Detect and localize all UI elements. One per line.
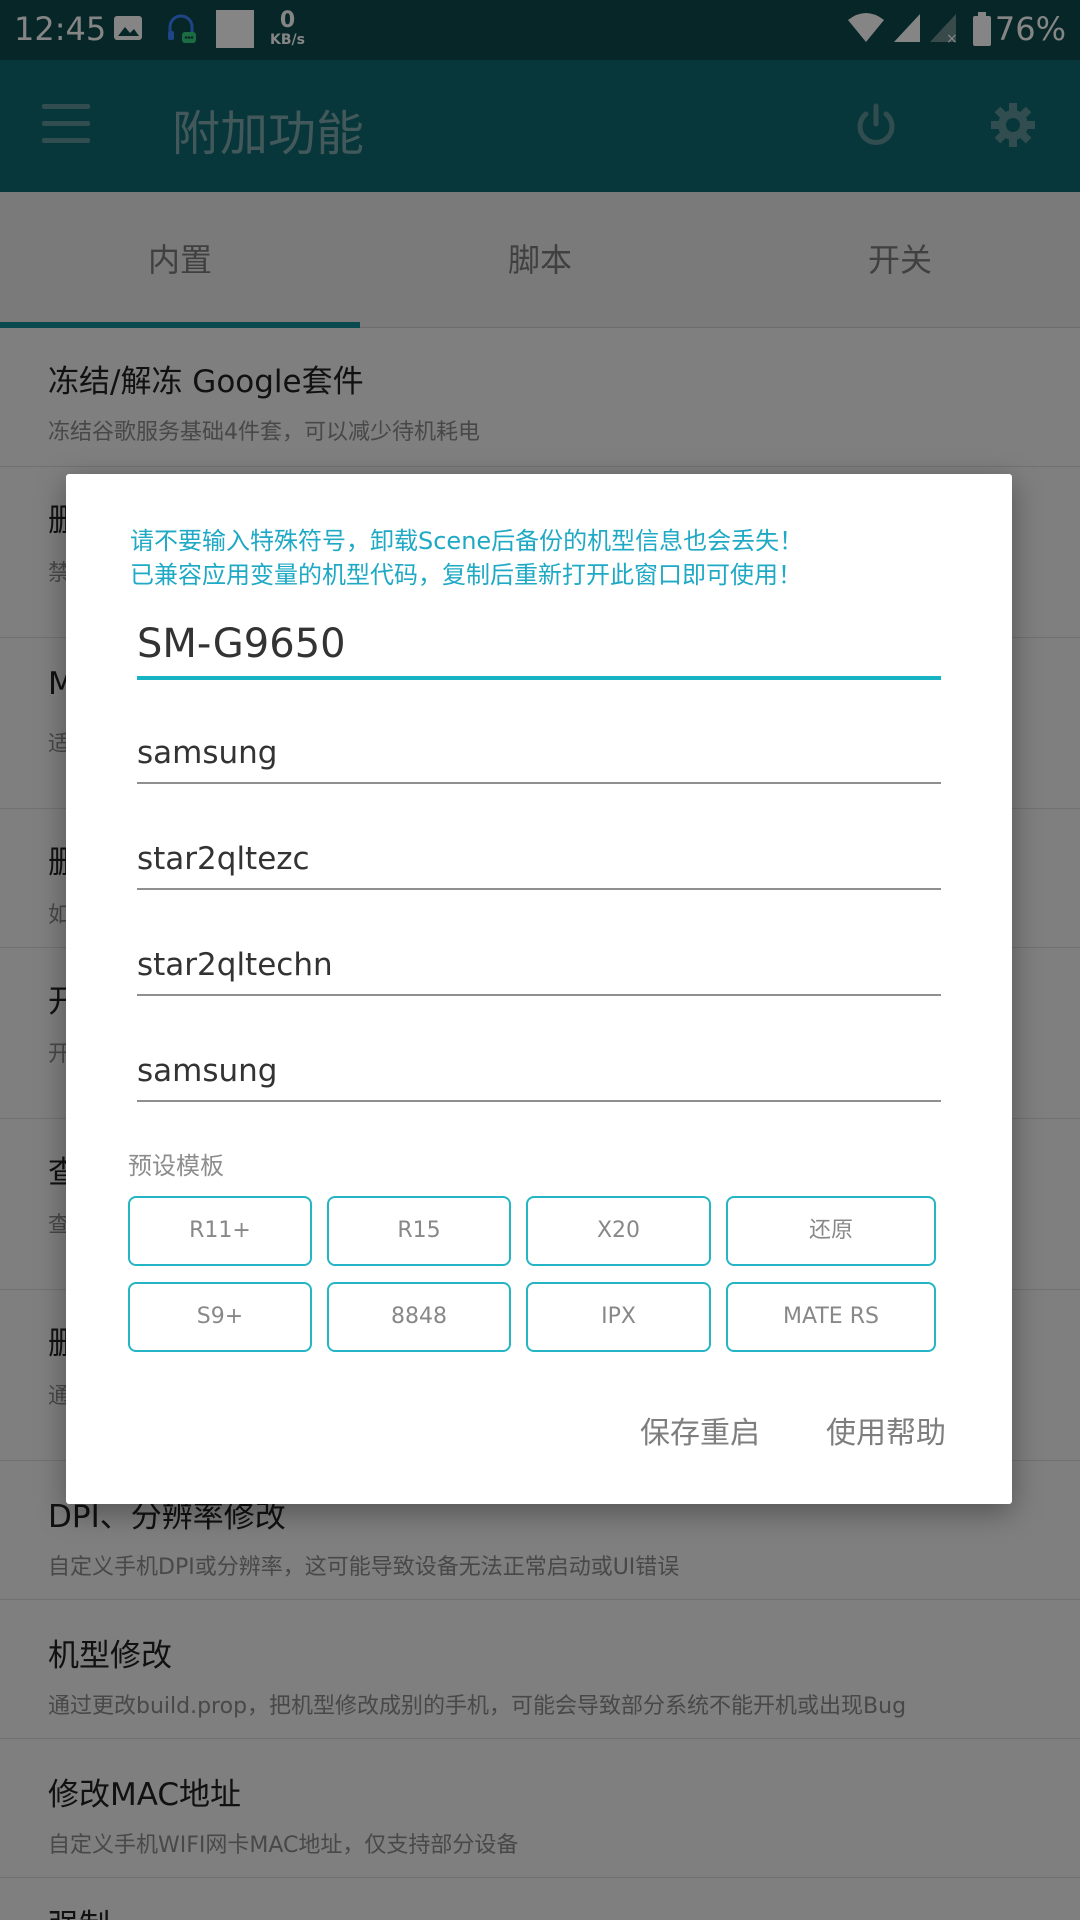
help-button[interactable]: 使用帮助 bbox=[826, 1408, 946, 1452]
dialog-note-line: 已兼容应用变量的机型代码，复制后重新打开此窗口即可使用！ bbox=[130, 561, 802, 589]
product-field[interactable] bbox=[137, 830, 941, 890]
preset-button[interactable]: 还原 bbox=[726, 1196, 936, 1266]
preset-button[interactable]: R15 bbox=[327, 1196, 511, 1266]
preset-button[interactable]: R11+ bbox=[128, 1196, 312, 1266]
manufacturer-field[interactable] bbox=[137, 1042, 941, 1102]
save-restart-button[interactable]: 保存重启 bbox=[640, 1408, 760, 1452]
dialog-note-line: 请不要输入特殊符号，卸载Scene后备份的机型信息也会丢失！ bbox=[130, 527, 804, 555]
brand-field[interactable] bbox=[137, 724, 941, 784]
preset-button[interactable]: MATE RS bbox=[726, 1282, 936, 1352]
model-field[interactable] bbox=[137, 612, 941, 680]
preset-button[interactable]: S9+ bbox=[128, 1282, 312, 1352]
model-edit-dialog: 请不要输入特殊符号，卸载Scene后备份的机型信息也会丢失！ 已兼容应用变量的机… bbox=[66, 474, 1012, 1504]
preset-button[interactable]: IPX bbox=[526, 1282, 711, 1352]
device-input[interactable] bbox=[137, 936, 941, 994]
product-input[interactable] bbox=[137, 830, 941, 888]
preset-button[interactable]: X20 bbox=[526, 1196, 711, 1266]
model-input[interactable] bbox=[137, 612, 941, 676]
manufacturer-input[interactable] bbox=[137, 1042, 941, 1100]
device-field[interactable] bbox=[137, 936, 941, 996]
brand-input[interactable] bbox=[137, 724, 941, 782]
dialog-note: 请不要输入特殊符号，卸载Scene后备份的机型信息也会丢失！ 已兼容应用变量的机… bbox=[130, 524, 950, 592]
preset-button[interactable]: 8848 bbox=[327, 1282, 511, 1352]
preset-label: 预设模板 bbox=[128, 1152, 224, 1180]
